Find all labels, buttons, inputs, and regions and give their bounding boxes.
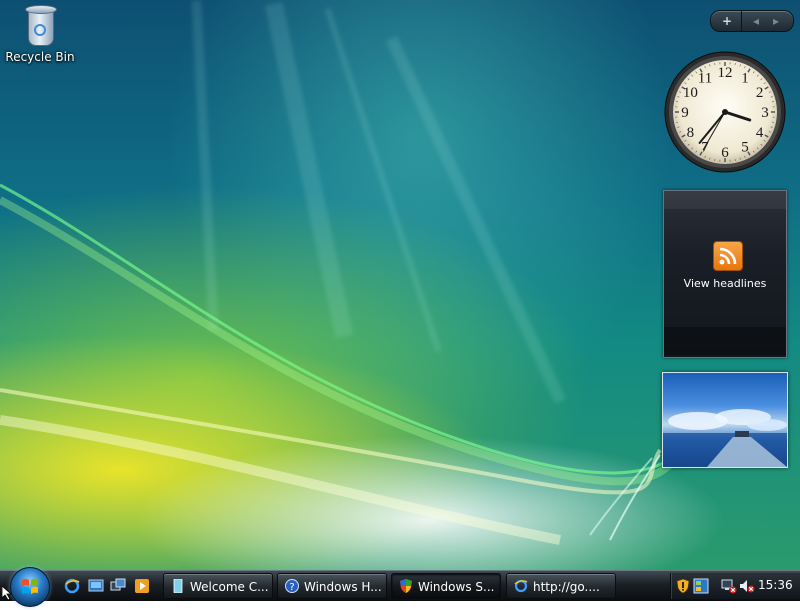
taskbar: Welcome C... ? Windows H... Windows S...… bbox=[0, 570, 800, 601]
taskbar-button-windows-security[interactable]: Windows S... bbox=[391, 573, 501, 599]
feed-headlines-gadget[interactable]: View headlines bbox=[663, 190, 787, 358]
taskbar-button-welcome-center[interactable]: Welcome C... bbox=[163, 573, 273, 599]
mouse-cursor bbox=[2, 586, 14, 600]
switch-windows-icon[interactable] bbox=[110, 578, 126, 594]
previous-page-button[interactable]: ◂ bbox=[753, 12, 759, 30]
windows-sidebar-icon[interactable] bbox=[693, 578, 709, 594]
task-label: Welcome C... bbox=[190, 575, 269, 599]
clock-numeral: 6 bbox=[721, 145, 729, 161]
show-desktop-icon[interactable] bbox=[88, 578, 104, 594]
welcome-center-icon bbox=[171, 579, 185, 593]
clock-numeral: 2 bbox=[756, 85, 764, 101]
clock-numeral: 1 bbox=[741, 70, 749, 86]
add-gadget-button[interactable]: + bbox=[722, 12, 732, 30]
taskbar-button-internet-explorer[interactable]: http://go.... bbox=[506, 573, 616, 599]
internet-explorer-icon[interactable] bbox=[64, 578, 80, 594]
clock-numeral: 11 bbox=[698, 70, 712, 86]
network-disconnected-icon[interactable] bbox=[721, 578, 737, 594]
clock-numeral: 10 bbox=[683, 85, 698, 101]
clock-numeral: 5 bbox=[741, 140, 749, 156]
clock-numeral: 12 bbox=[718, 65, 733, 81]
sidebar-controls: + ◂ ▸ bbox=[710, 10, 794, 32]
svg-text:?: ? bbox=[289, 582, 294, 593]
slideshow-gadget[interactable] bbox=[662, 372, 788, 468]
media-player-icon[interactable] bbox=[134, 578, 150, 594]
internet-explorer-icon bbox=[514, 579, 528, 593]
clock-numeral: 9 bbox=[681, 105, 689, 121]
view-headlines-link[interactable]: View headlines bbox=[664, 277, 786, 290]
start-button[interactable] bbox=[10, 567, 50, 607]
desktop-icon-label: Recycle Bin bbox=[5, 50, 74, 64]
task-label: Windows S... bbox=[418, 575, 494, 599]
clock-numeral: 8 bbox=[687, 125, 695, 141]
clock-numeral: 3 bbox=[761, 105, 769, 121]
clock-gadget[interactable]: 121234567891011 bbox=[663, 50, 787, 174]
security-warning-icon[interactable] bbox=[675, 578, 691, 594]
task-label: Windows H... bbox=[304, 575, 382, 599]
next-page-button[interactable]: ▸ bbox=[773, 12, 779, 30]
taskbar-clock[interactable]: 15:36 bbox=[758, 571, 793, 599]
taskbar-button-windows-help[interactable]: ? Windows H... bbox=[277, 573, 387, 599]
windows-logo-icon bbox=[11, 568, 49, 606]
clock-numeral: 4 bbox=[756, 125, 764, 141]
help-icon: ? bbox=[285, 579, 299, 593]
security-shield-icon bbox=[399, 579, 413, 593]
task-label: http://go.... bbox=[533, 575, 600, 599]
desktop-wallpaper[interactable]: Recycle Bin + ◂ ▸ 121234567891011 bbox=[0, 0, 800, 570]
landscape-photo bbox=[663, 373, 787, 467]
desktop-icon-recycle-bin[interactable]: Recycle Bin bbox=[4, 2, 76, 64]
recycle-bin-icon bbox=[23, 2, 57, 46]
volume-muted-icon[interactable] bbox=[739, 578, 755, 594]
analog-clock: 121234567891011 bbox=[663, 50, 787, 174]
rss-icon bbox=[713, 241, 743, 271]
